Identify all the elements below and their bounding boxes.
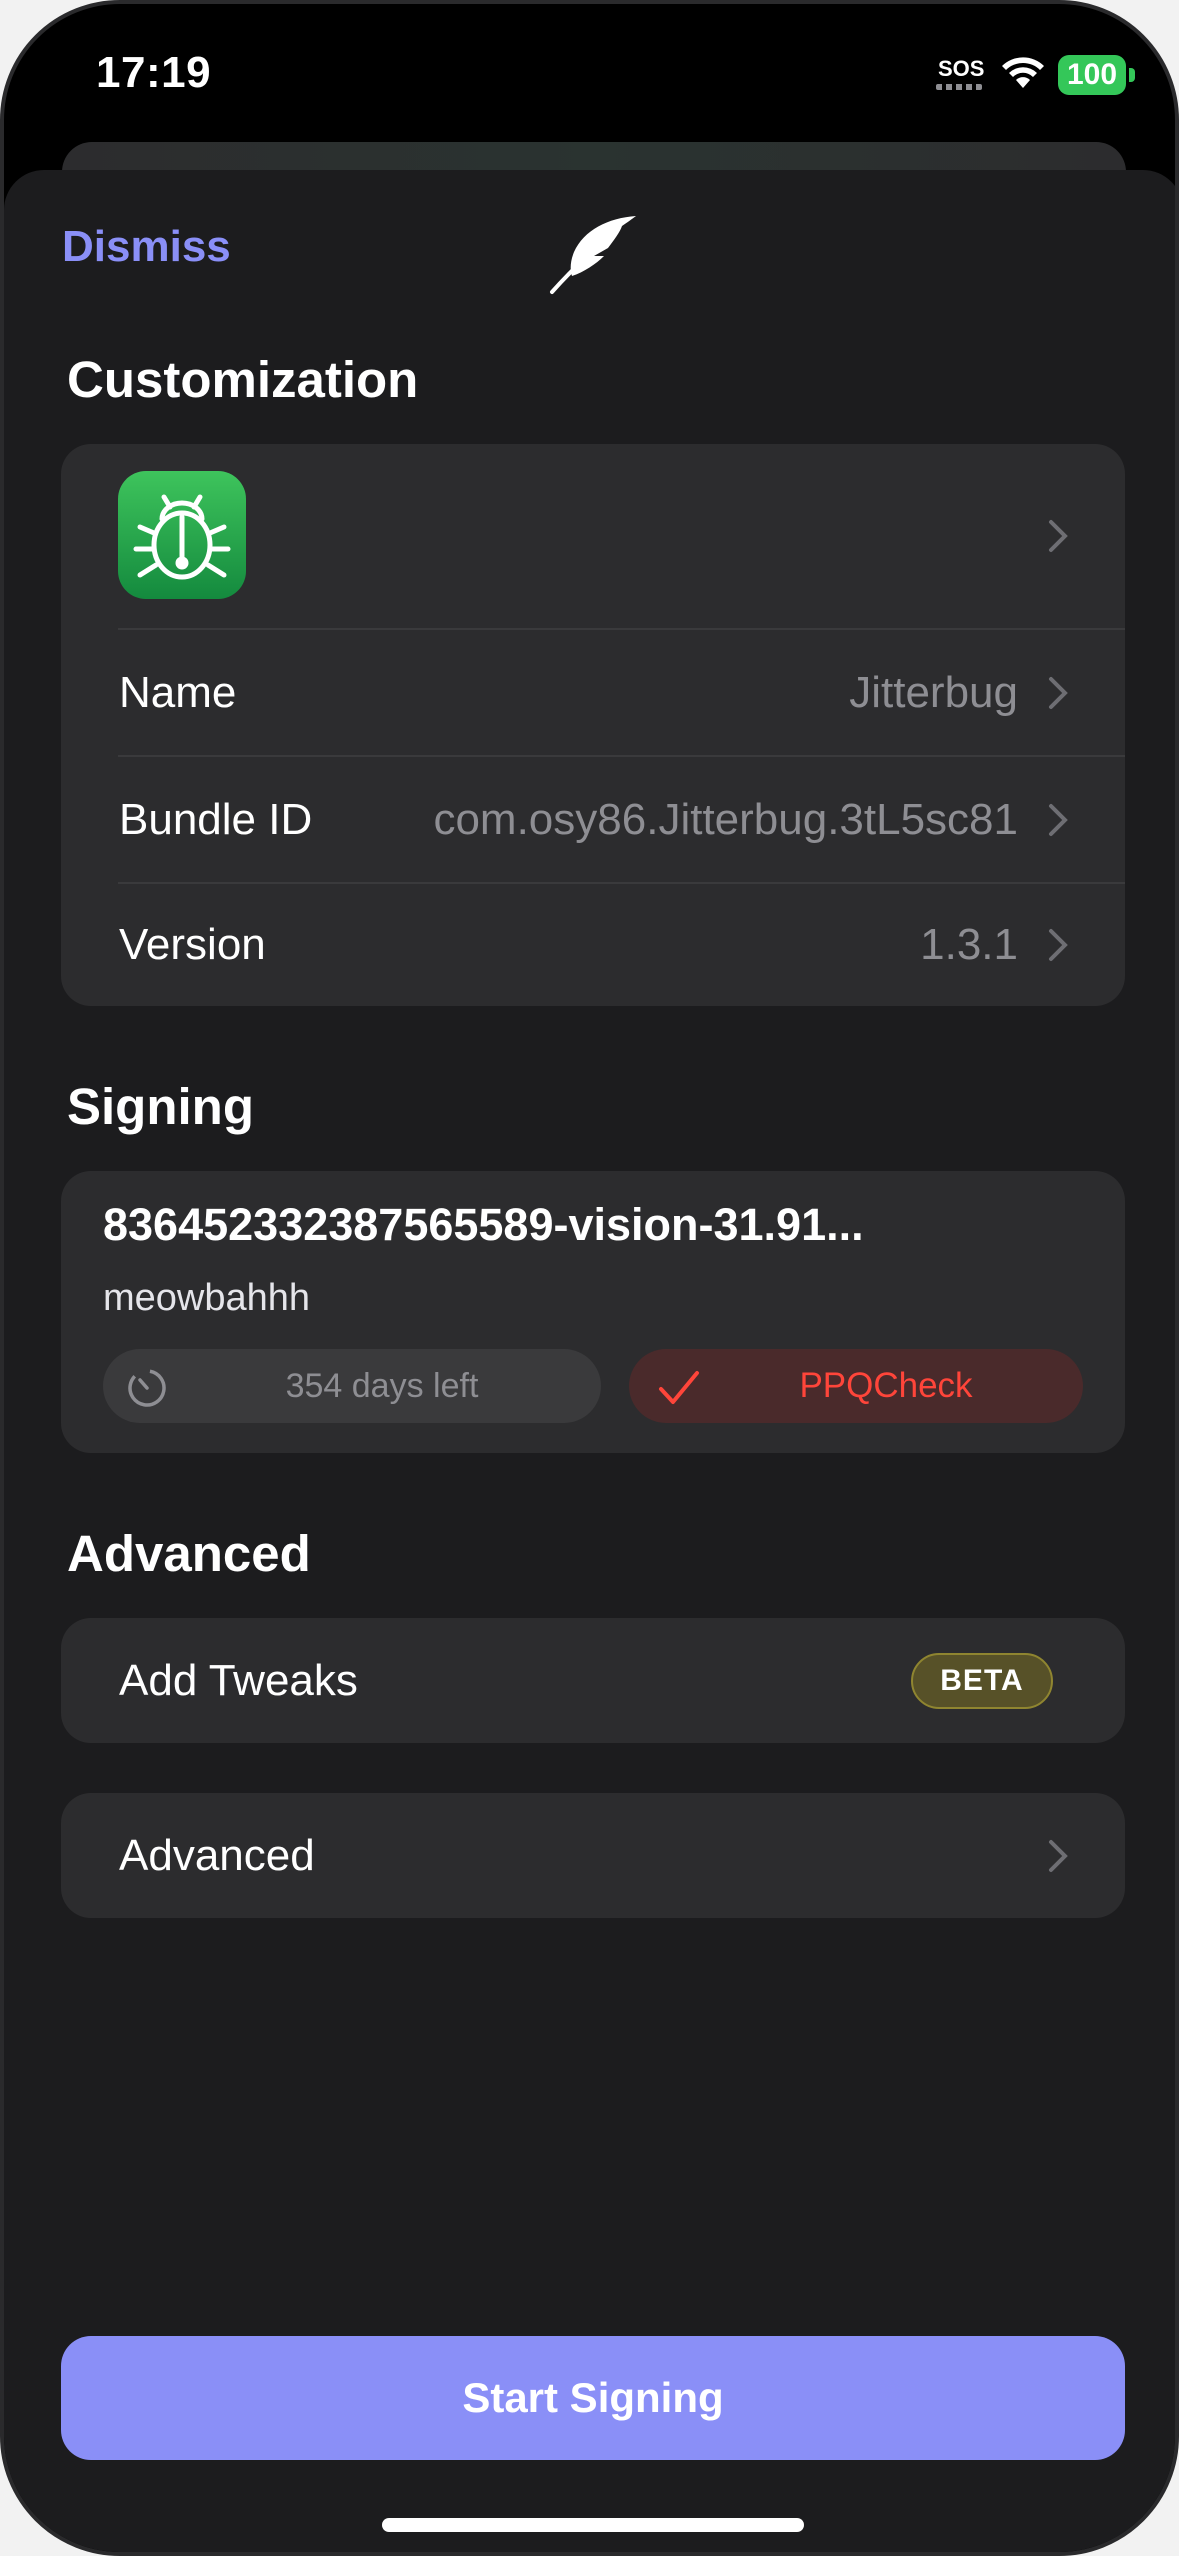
check-pill: PPQCheck	[629, 1349, 1083, 1423]
wifi-icon	[1002, 57, 1044, 88]
chevron-right-icon	[1049, 804, 1068, 836]
start-signing-button[interactable]: Start Signing	[61, 2336, 1125, 2460]
customization-title: Customization	[67, 351, 419, 408]
certificate-name: 83645233238756​5589-vision-31.91...	[103, 1199, 864, 1250]
chevron-right-icon	[1049, 677, 1068, 709]
expiry-pill: 354 days left	[103, 1349, 601, 1423]
version-value: 1.3.1	[920, 920, 1018, 969]
bundle-id-label: Bundle ID	[119, 795, 313, 844]
bug-icon	[133, 494, 231, 580]
add-tweaks-card[interactable]: Add Tweaks BETA	[61, 1618, 1125, 1743]
feather-icon	[550, 216, 636, 294]
device-frame: 17:19 SOS 100 Dismiss Customization Name…	[0, 0, 1179, 2556]
signing-title: Signing	[67, 1078, 254, 1135]
chevron-right-icon	[1049, 1840, 1068, 1872]
name-label: Name	[119, 668, 237, 717]
home-indicator[interactable]	[382, 2518, 804, 2532]
advanced-title: Advanced	[67, 1525, 311, 1582]
sos-indicator: SOS	[938, 56, 985, 81]
battery-icon: 100	[1058, 55, 1126, 95]
add-tweaks-label: Add Tweaks	[119, 1656, 358, 1705]
advanced-label: Advanced	[119, 1831, 315, 1880]
status-bar: 17:19 SOS 100	[4, 4, 1175, 154]
name-value: Jitterbug	[849, 668, 1018, 717]
add-tweaks-row[interactable]: Add Tweaks BETA	[61, 1618, 1125, 1743]
chevron-right-icon	[1049, 520, 1068, 552]
days-left-text: 354 days left	[285, 1367, 479, 1405]
certificate-card[interactable]: 83645233238756​5589-vision-31.91... meow…	[61, 1171, 1125, 1453]
customization-card: Name Jitterbug Bundle ID com.osy86.Jitte…	[61, 444, 1125, 1006]
name-row[interactable]: Name Jitterbug	[61, 630, 1125, 755]
bundle-id-row[interactable]: Bundle ID com.osy86.Jitterbug.3tL5sc81	[61, 757, 1125, 882]
advanced-row[interactable]: Advanced	[61, 1793, 1125, 1918]
advanced-card[interactable]: Advanced	[61, 1793, 1125, 1918]
version-row[interactable]: Version 1.3.1	[61, 882, 1125, 1006]
check-status-text: PPQCheck	[799, 1366, 973, 1405]
app-icon-row[interactable]	[61, 444, 1125, 628]
version-label: Version	[119, 920, 266, 969]
beta-badge: BETA	[911, 1653, 1053, 1709]
signal-dots-icon	[936, 84, 982, 90]
app-icon	[118, 471, 246, 599]
certificate-subtitle: meowbahhh	[103, 1277, 311, 1319]
bundle-id-value: com.osy86.Jitterbug.3tL5sc81	[433, 795, 1018, 844]
dismiss-button[interactable]: Dismiss	[62, 222, 231, 272]
chevron-right-icon	[1049, 929, 1068, 961]
battery-tip	[1129, 68, 1135, 82]
status-time: 17:19	[96, 48, 212, 97]
